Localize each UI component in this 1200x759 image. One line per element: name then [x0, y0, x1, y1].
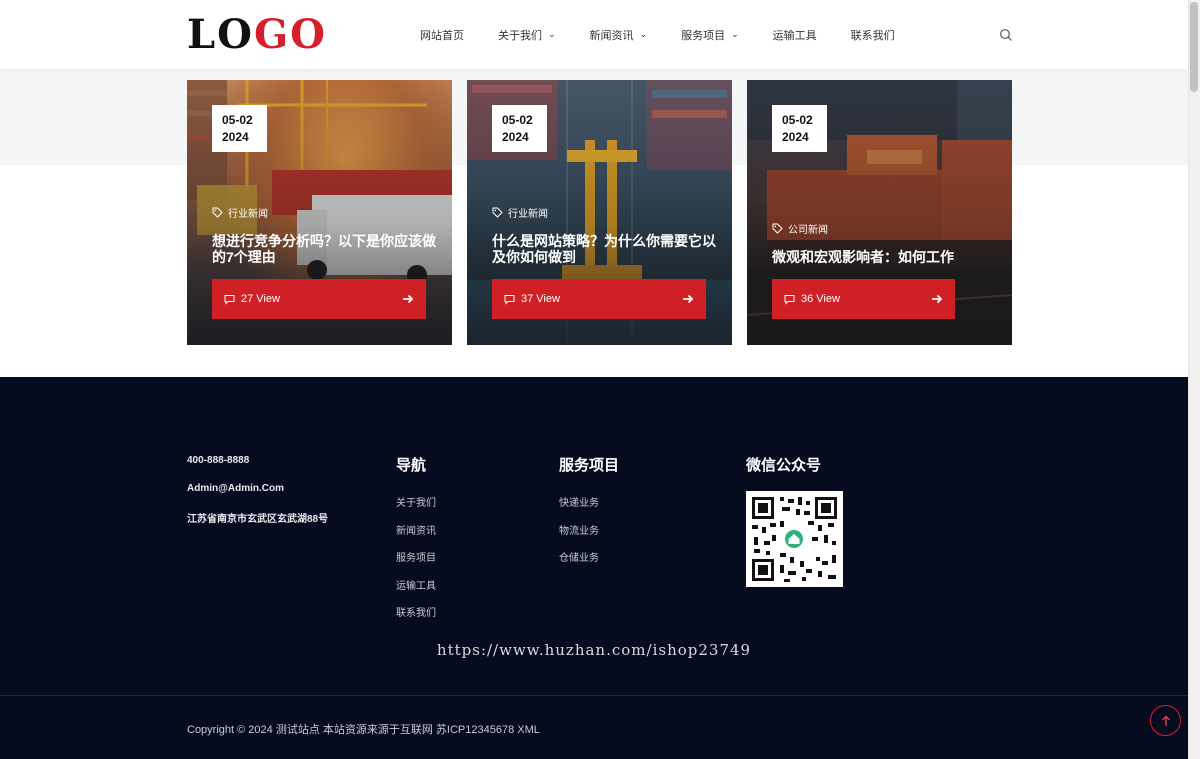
news-title[interactable]: 什么是网站策略？为什么你需要它以及你如何做到 — [492, 233, 717, 265]
arrow-up-icon — [1161, 714, 1170, 726]
chevron-down-icon: ⌄ — [548, 29, 556, 39]
date-badge: 05-02 2024 — [772, 105, 827, 152]
footer-services-title: 服务项目 — [559, 457, 620, 474]
footer-phone[interactable]: 400-888-8888 — [187, 455, 249, 466]
tag-label: 公司新闻 — [788, 225, 828, 236]
nav-label: 网站首页 — [420, 29, 464, 42]
view-count: 37 View — [521, 293, 560, 305]
view-count: 27 View — [241, 293, 280, 305]
back-to-top-button[interactable] — [1150, 705, 1181, 736]
footer-link-services[interactable]: 服务项目 — [396, 549, 436, 564]
site-logo[interactable]: LO GO — [187, 15, 327, 55]
news-title[interactable]: 想进行竞争分析吗？以下是你应该做的7个理由 — [212, 233, 437, 265]
nav-label: 新闻资讯 — [589, 29, 634, 42]
nav-contact[interactable]: 联系我们 — [851, 27, 895, 43]
date-month-day: 05-02 — [782, 113, 813, 127]
footer-link-logistics[interactable]: 物流业务 — [559, 522, 599, 537]
tag-label: 行业新闻 — [508, 209, 548, 220]
arrow-right-icon — [683, 294, 694, 304]
footer-nav-title: 导航 — [396, 457, 427, 474]
tag-label: 行业新闻 — [228, 209, 268, 220]
nav-news[interactable]: 新闻资讯 ⌄ — [590, 27, 648, 43]
copyright-text: Copyright © 2024 测试站点 本站资源来源于互联网 苏ICP123… — [187, 724, 540, 736]
nav-label: 关于我们 — [498, 29, 542, 42]
tag-icon — [492, 207, 503, 218]
nav-home[interactable]: 网站首页 — [420, 27, 464, 43]
view-count-button[interactable]: 36 View — [772, 279, 955, 319]
date-month-day: 05-02 — [502, 113, 533, 127]
footer-address: 江苏省南京市玄武区玄武湖88号 — [187, 514, 329, 525]
footer-link-warehouse[interactable]: 仓储业务 — [559, 549, 599, 564]
site-footer: 400-888-8888 Admin@Admin.Com 江苏省南京市玄武区玄武… — [0, 377, 1188, 759]
nav-label: 运输工具 — [772, 29, 817, 42]
footer-email[interactable]: Admin@Admin.Com — [187, 483, 284, 494]
page-scrollbar[interactable] — [1188, 0, 1200, 759]
category-tag[interactable]: 行业新闻 — [492, 205, 548, 220]
wechat-qr-code — [746, 491, 843, 587]
nav-label: 联系我们 — [850, 29, 895, 42]
category-tag[interactable]: 公司新闻 — [772, 221, 828, 236]
date-month-day: 05-02 — [222, 113, 253, 127]
chevron-down-icon: ⌄ — [731, 29, 739, 39]
category-tag[interactable]: 行业新闻 — [212, 205, 268, 220]
arrow-right-icon — [932, 294, 943, 304]
footer-link-about[interactable]: 关于我们 — [396, 494, 436, 509]
view-count-button[interactable]: 37 View — [492, 279, 706, 319]
view-count-button[interactable]: 27 View — [212, 279, 426, 319]
news-card[interactable]: 05-02 2024 行业新闻 什么是网站策略？为什么你需要它以及你如何做到 3… — [467, 80, 732, 345]
date-year: 2024 — [782, 130, 809, 144]
search-icon[interactable] — [999, 28, 1013, 42]
nav-about[interactable]: 关于我们 ⌄ — [498, 27, 556, 43]
comment-icon — [224, 294, 235, 305]
tag-icon — [212, 207, 223, 218]
view-count: 36 View — [801, 293, 840, 305]
watermark-url: https://www.huzhan.com/ishop23749 — [436, 641, 752, 659]
nav-transport[interactable]: 运输工具 — [773, 27, 817, 43]
news-card[interactable]: 05-02 2024 公司新闻 微观和宏观影响者：如何工作 36 View — [747, 80, 1012, 345]
comment-icon — [504, 294, 515, 305]
main-nav: 网站首页 关于我们 ⌄ 新闻资讯 ⌄ 服务项目 ⌄ 运输工具 联系我们 — [420, 0, 929, 69]
site-header: LO GO 网站首页 关于我们 ⌄ 新闻资讯 ⌄ 服务项目 ⌄ 运输工具 联系我们 — [0, 0, 1188, 69]
date-badge: 05-02 2024 — [212, 105, 267, 152]
footer-wechat-title: 微信公众号 — [746, 457, 822, 474]
arrow-right-icon — [403, 294, 414, 304]
scrollbar-thumb[interactable] — [1190, 2, 1198, 92]
logo-text-red: GO — [253, 11, 327, 58]
footer-link-transport[interactable]: 运输工具 — [396, 577, 436, 592]
nav-services[interactable]: 服务项目 ⌄ — [681, 27, 739, 43]
footer-link-contact[interactable]: 联系我们 — [396, 604, 436, 619]
chevron-down-icon: ⌄ — [639, 29, 648, 39]
news-title[interactable]: 微观和宏观影响者：如何工作 — [772, 249, 997, 265]
nav-label: 服务项目 — [681, 29, 726, 42]
tag-icon — [772, 223, 783, 234]
footer-link-news[interactable]: 新闻资讯 — [396, 522, 436, 537]
date-year: 2024 — [502, 130, 529, 144]
comment-icon — [784, 294, 795, 305]
news-card[interactable]: 05-02 2024 行业新闻 想进行竞争分析吗？以下是你应该做的7个理由 27… — [187, 80, 452, 345]
footer-divider — [0, 695, 1188, 696]
logo-text-black: LO — [187, 11, 254, 58]
date-year: 2024 — [222, 130, 249, 144]
footer-link-express[interactable]: 快递业务 — [559, 494, 599, 509]
date-badge: 05-02 2024 — [492, 105, 547, 152]
